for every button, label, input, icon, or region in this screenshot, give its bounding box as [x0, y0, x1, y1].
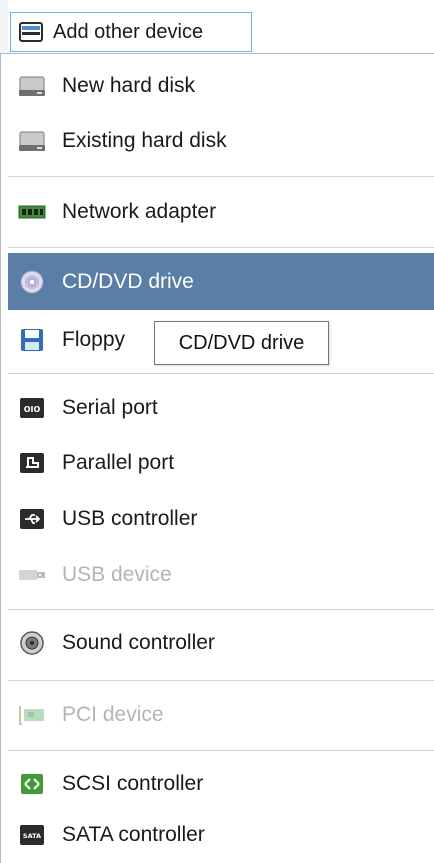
menu-item-usb-device: USB device	[8, 547, 434, 603]
menu-item-sound-controller[interactable]: Sound controller	[8, 615, 434, 671]
tooltip-text: CD/DVD drive	[178, 331, 305, 354]
menu-item-new-hard-disk[interactable]: New hard disk	[8, 58, 434, 114]
scsi-controller-icon	[18, 770, 46, 798]
add-other-device-button[interactable]: Add other device	[10, 12, 252, 52]
menu-item-scsi-controller[interactable]: SCSI controller	[8, 756, 434, 812]
menu-separator	[8, 750, 434, 751]
svg-text:SATA: SATA	[23, 832, 41, 840]
menu-item-sata-controller[interactable]: SATA SATA controller	[8, 807, 434, 863]
hard-disk-icon	[18, 72, 46, 100]
menu-item-label: USB device	[62, 563, 172, 586]
menu-item-label: Sound controller	[62, 631, 215, 654]
menu-item-label: CD/DVD drive	[62, 269, 194, 293]
menu-separator	[8, 176, 434, 177]
menu-item-label: Parallel port	[62, 451, 175, 474]
menu-separator	[8, 373, 434, 374]
add-other-device-label: Add other device	[53, 20, 204, 43]
menu-item-network-adapter[interactable]: Network adapter	[8, 184, 434, 240]
menu-item-existing-hard-disk[interactable]: Existing hard disk	[8, 113, 434, 169]
menu-item-usb-controller[interactable]: USB controller	[8, 491, 434, 547]
cd-dvd-icon	[18, 268, 46, 296]
menu-item-label: Floppy	[62, 328, 126, 351]
sound-controller-icon	[18, 629, 46, 657]
menu-item-label: Existing hard disk	[62, 129, 227, 152]
pci-device-icon	[18, 701, 46, 729]
menu-item-label: PCI device	[62, 703, 164, 726]
menu-item-label: SCSI controller	[62, 772, 204, 795]
usb-controller-icon	[18, 505, 46, 533]
floppy-icon	[18, 326, 46, 354]
usb-device-icon	[18, 561, 46, 589]
add-device-dropdown: Add other device New hard disk Existing …	[0, 0, 434, 863]
hard-disk-icon	[18, 127, 46, 155]
menu-item-pci-device: PCI device	[8, 687, 434, 743]
menu-item-label: New hard disk	[62, 74, 196, 97]
menu-separator	[8, 609, 434, 610]
network-adapter-icon	[18, 198, 46, 226]
menu-item-label: Network adapter	[62, 200, 217, 223]
svg-text:OIO: OIO	[24, 405, 41, 414]
menu-item-label: SATA controller	[62, 823, 205, 846]
tooltip: CD/DVD drive	[154, 321, 329, 365]
serial-port-icon: OIO	[18, 394, 46, 422]
parallel-port-icon	[18, 449, 46, 477]
menu-item-label: USB controller	[62, 507, 198, 530]
menu-separator	[8, 247, 434, 248]
menu-item-parallel-port[interactable]: Parallel port	[8, 435, 434, 491]
menu-item-label: Serial port	[62, 396, 158, 419]
sata-controller-icon: SATA	[18, 821, 46, 849]
menu-item-cd-dvd-drive[interactable]: CD/DVD drive	[8, 253, 434, 310]
menu-separator	[8, 680, 434, 681]
device-icon	[19, 21, 45, 43]
menu-item-serial-port[interactable]: OIO Serial port	[8, 380, 434, 436]
